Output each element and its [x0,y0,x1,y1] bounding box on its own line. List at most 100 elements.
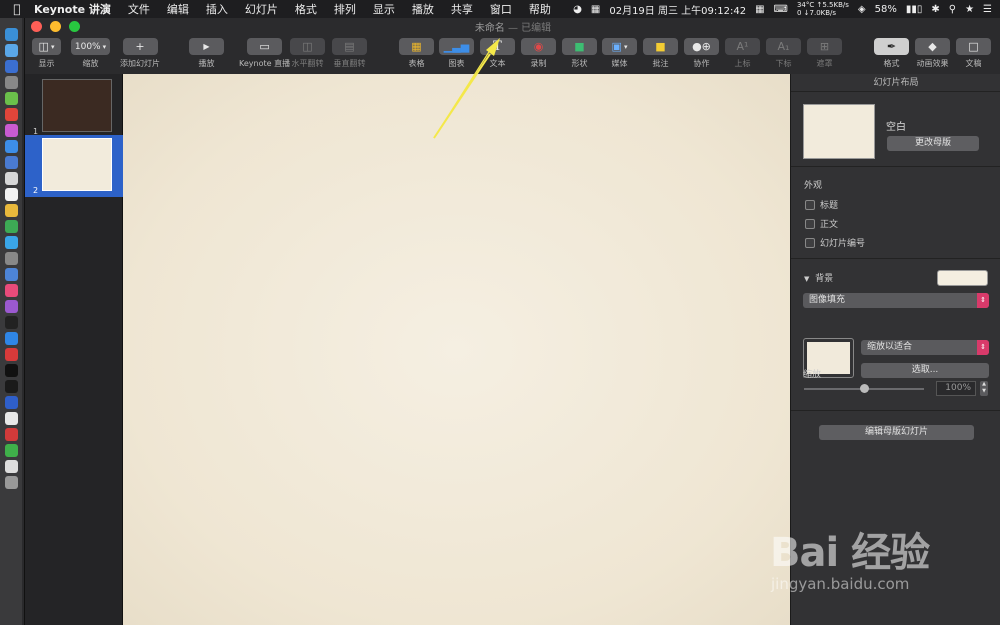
app-icon[interactable] [4,124,18,137]
subscript-button[interactable]: A₁ 下标 [766,38,801,69]
scale-value-field[interactable]: 100% [936,381,976,396]
notification-star-icon[interactable]: ★ [965,4,974,15]
menu-view[interactable]: 显示 [373,1,395,17]
vivaldi-icon[interactable] [4,348,18,361]
app-store-icon[interactable] [4,332,18,345]
rocket-icon[interactable] [4,76,18,89]
title-checkbox[interactable]: 标题 [805,198,838,211]
settings-icon[interactable] [4,252,18,265]
choose-image-button[interactable]: 选取... [861,363,989,378]
minimize-window-button[interactable] [50,21,61,32]
slide-thumbnail-2[interactable]: 2 [25,135,123,197]
menu-insert[interactable]: 插入 [206,1,228,17]
menu-help[interactable]: 帮助 [529,1,551,17]
scale-slider[interactable] [804,384,924,393]
app-icon[interactable] [4,156,18,169]
comment-label: 批注 [652,59,669,68]
menu-slide[interactable]: 幻灯片 [245,1,278,17]
launchpad-icon[interactable] [4,44,18,57]
messages-icon[interactable] [4,220,18,233]
comment-button[interactable]: ■ 批注 [643,38,678,69]
menu-edit[interactable]: 编辑 [167,1,189,17]
flip-vertical-button[interactable]: ▤ 垂直翻转 [332,38,367,69]
menu-play[interactable]: 播放 [412,1,434,17]
menu-app-name[interactable]: Keynote 讲演 [34,1,111,17]
status-area: ◕ ▦ 02月19日 周三 上午09:12:42 ▦ ⌨ 34°C ↑5.5KB… [573,0,992,18]
finder-icon[interactable] [4,28,18,41]
chrome-icon[interactable] [4,108,18,121]
document-button[interactable]: □ 文稿 [956,38,991,69]
apple-icon[interactable]:  [0,2,34,16]
edit-master-button[interactable]: 编辑母版幻灯片 [819,425,974,440]
podcasts-icon[interactable] [4,300,18,313]
netease-music-icon[interactable] [4,428,18,441]
scale-stepper[interactable]: ▲ ▼ [980,381,988,396]
keynote-icon[interactable] [4,268,18,281]
window-controls [31,21,80,32]
menu-share[interactable]: 共享 [451,1,473,17]
calendar-icon[interactable]: ▦ [591,4,600,15]
network-monitor[interactable]: 34°C ↑5.5KB/s 0 ↓7.0KB/s [797,1,849,17]
terminal-icon[interactable] [4,364,18,377]
keynote-live-button[interactable]: ▭ Keynote 直播 [239,38,290,69]
menu-format[interactable]: 格式 [295,1,317,17]
fill-type-popup[interactable]: 图像填充 ⇕ [803,293,989,308]
yandex-icon[interactable] [4,412,18,425]
menu-list-icon[interactable]: ☰ [983,4,992,15]
music-icon[interactable] [4,284,18,297]
calendar-icon[interactable] [4,172,18,185]
background-color-swatch[interactable] [937,270,988,286]
spotlight-icon[interactable]: ⚲ [949,4,956,15]
menu-items: Keynote 讲演 文件 编辑 插入 幻灯片 格式 排列 显示 播放 共享 窗… [34,1,568,17]
app-icon[interactable] [4,140,18,153]
body-checkbox[interactable]: 正文 [805,217,838,230]
trash-icon[interactable] [4,476,18,489]
menu-file[interactable]: 文件 [128,1,150,17]
slide-number-checkbox[interactable]: 幻灯片编号 [805,236,865,249]
slide-thumbnail-1[interactable]: 1 [25,76,123,138]
close-window-button[interactable] [31,21,42,32]
activity-monitor-icon[interactable] [4,380,18,393]
screen:  Keynote 讲演 文件 编辑 插入 幻灯片 格式 排列 显示 播放 共享… [0,0,1000,625]
wechat-icon[interactable] [4,444,18,457]
flip-vertical-icon: ▤ [344,40,355,53]
safari-icon[interactable] [4,60,18,73]
animate-button[interactable]: ◆ 动画效果 [915,38,950,69]
zoom-window-button[interactable] [69,21,80,32]
media-button[interactable]: ▣ ▾ 媒体 [602,38,637,69]
format-button[interactable]: ✒ 格式 [874,38,909,69]
flip-horizontal-button[interactable]: ◫ 水平翻转 [290,38,325,69]
appearance-heading: 外观 [804,181,823,191]
wifi-icon[interactable]: ◈ [858,4,866,15]
android-icon[interactable] [4,92,18,105]
vpn-icon[interactable] [4,396,18,409]
app-icon[interactable] [4,236,18,249]
battery-text[interactable]: 58% [875,4,897,15]
clock-text[interactable]: 02月19日 周三 上午09:12:42 [609,2,746,17]
photos-icon[interactable] [4,204,18,217]
zoom-control[interactable]: 100% ▾ 缩放 [71,38,110,69]
bluetooth-icon[interactable]: ✱ [931,4,939,15]
table-button[interactable]: ▦ 表格 [399,38,434,69]
play-button[interactable]: ▶ 播放 [189,38,224,69]
menu-arrange[interactable]: 排列 [334,1,356,17]
add-slide-button[interactable]: + 添加幻灯片 [120,38,160,69]
slide-canvas[interactable] [123,74,790,625]
shape-button[interactable]: ■ 形状 [562,38,597,69]
slider-knob[interactable] [859,384,869,393]
globe-icon[interactable]: ◕ [573,4,582,15]
mask-button[interactable]: ⊞ 遮罩 [807,38,842,69]
keyboard-icon[interactable]: ⌨ [774,4,788,15]
change-master-button[interactable]: 更改母版 [887,136,979,151]
notes-icon[interactable] [4,188,18,201]
view-button[interactable]: ◫ ▾ 显示 [32,38,61,69]
menu-window[interactable]: 窗口 [490,1,512,17]
record-button[interactable]: ◉ 录制 [521,38,556,69]
document-icon[interactable] [4,460,18,473]
background-heading[interactable]: ▼ 背景 [804,271,833,284]
app-grid-icon[interactable]: ▦ [755,4,764,15]
superscript-button[interactable]: A¹ 上标 [725,38,760,69]
collaborate-button[interactable]: ●⊕ 协作 [684,38,719,69]
scale-mode-popup[interactable]: 缩放以适合 ⇕ [861,340,989,355]
tv-icon[interactable] [4,316,18,329]
